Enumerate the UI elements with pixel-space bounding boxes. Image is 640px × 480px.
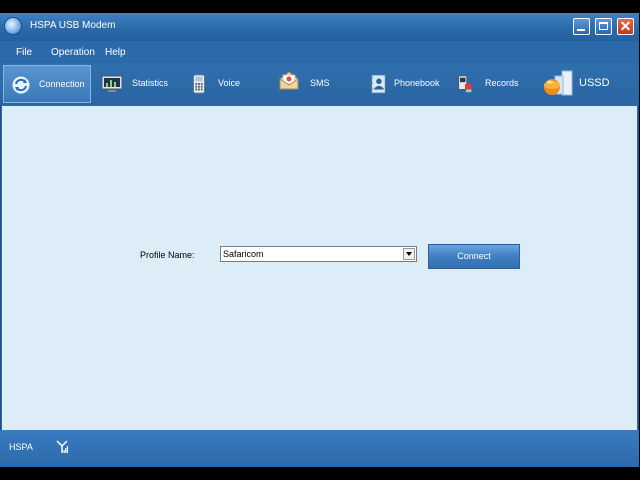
tab-ussd-label: USSD — [579, 77, 610, 89]
tab-records-label: Records — [485, 78, 519, 88]
tab-phonebook[interactable]: Phonebook — [362, 65, 446, 103]
chevron-down-icon[interactable] — [403, 248, 415, 260]
profile-name-value: Safaricom — [223, 249, 264, 259]
tab-voice-label: Voice — [218, 78, 241, 88]
tab-phonebook-label: Phonebook — [394, 78, 440, 88]
tab-sms[interactable]: SMS — [274, 65, 340, 103]
tab-connection[interactable]: Connection — [3, 65, 91, 103]
menu-file[interactable]: File — [16, 47, 32, 58]
app-window: HSPA USB Modem ✕ File Operation Help Con… — [0, 13, 639, 467]
connection-icon — [11, 75, 31, 95]
phonebook-icon — [369, 74, 386, 94]
signal-icon — [56, 440, 68, 453]
sms-icon — [279, 71, 299, 90]
toolbar: Connection Statistics Voice SMS Phoneboo… — [0, 63, 639, 105]
tab-records[interactable]: Records — [453, 65, 529, 103]
statistics-icon — [101, 75, 123, 92]
status-bar: HSPA — [0, 430, 639, 467]
menu-operation[interactable]: Operation — [51, 47, 95, 58]
tab-sms-label: SMS — [310, 78, 330, 88]
window-title: HSPA USB Modem — [30, 20, 116, 31]
close-button[interactable]: ✕ — [617, 18, 634, 35]
profile-name-label: Profile Name: — [140, 250, 195, 260]
close-icon: ✕ — [619, 18, 632, 34]
records-icon — [458, 75, 472, 93]
ussd-icon — [544, 70, 573, 96]
tab-statistics[interactable]: Statistics — [97, 65, 177, 103]
menu-bar: File Operation Help — [0, 41, 639, 63]
maximize-icon — [599, 22, 608, 30]
voice-icon — [193, 74, 205, 94]
menu-help[interactable]: Help — [105, 47, 126, 58]
minimize-button[interactable] — [573, 18, 590, 35]
maximize-button[interactable] — [595, 18, 612, 35]
minimize-icon — [577, 29, 585, 31]
app-globe-icon — [5, 18, 21, 34]
connection-panel: Profile Name: Safaricom Connect — [2, 106, 637, 430]
tab-ussd[interactable]: USSD — [540, 65, 618, 103]
title-bar[interactable]: HSPA USB Modem ✕ — [0, 13, 639, 41]
tab-statistics-label: Statistics — [132, 78, 169, 88]
tab-connection-label: Connection — [39, 79, 85, 89]
tab-voice[interactable]: Voice — [185, 65, 255, 103]
network-type: HSPA — [9, 442, 33, 452]
connect-button[interactable]: Connect — [428, 244, 520, 269]
profile-name-select[interactable]: Safaricom — [220, 246, 417, 262]
